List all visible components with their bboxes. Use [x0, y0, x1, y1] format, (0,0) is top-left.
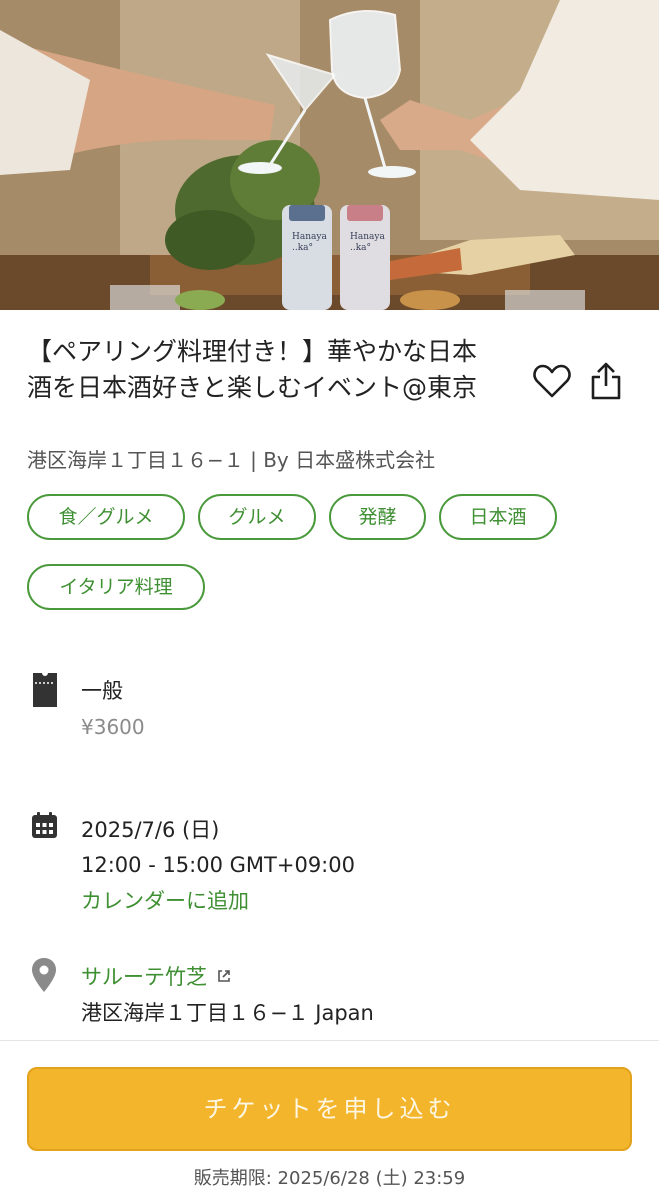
event-title: 【ペアリング料理付き！】華やかな日本酒を日本酒好きと楽しむイベント@東京: [27, 337, 478, 402]
ticket-name: 一般: [81, 679, 123, 703]
hero-illustration: [0, 0, 659, 310]
ticket-price: ¥3600: [81, 715, 145, 739]
favorite-button[interactable]: [531, 360, 573, 402]
tag-item[interactable]: グルメ: [198, 494, 316, 540]
external-link-icon: [217, 970, 230, 982]
bottle-left-label: Hanaya ..ka°: [292, 232, 327, 253]
bottle-right-label: Hanaya ..ka°: [350, 232, 385, 253]
map-pin-icon: [32, 958, 56, 992]
tag-item[interactable]: 発酵: [329, 494, 426, 540]
share-icon: [591, 362, 621, 400]
venue-name: サルーテ竹芝: [81, 965, 207, 989]
venue-link[interactable]: サルーテ竹芝: [81, 962, 231, 992]
calendar-icon: [32, 812, 57, 838]
tag-item[interactable]: イタリア料理: [27, 564, 205, 610]
ticket-icon: [33, 673, 57, 707]
add-to-calendar-link[interactable]: カレンダーに追加: [81, 886, 249, 916]
tag-item[interactable]: 食／グルメ: [27, 494, 185, 540]
sales-deadline: 販売期限: 2025/6/28 (土) 23:59: [193, 1168, 466, 1189]
venue-address: 港区海岸１丁目１６−１ Japan: [81, 1001, 374, 1025]
event-subtitle: 港区海岸１丁目１６−１ | By 日本盛株式会社: [27, 448, 436, 472]
apply-ticket-button[interactable]: チケットを申し込む: [27, 1067, 632, 1151]
hero-image: Hanaya ..ka° Hanaya ..ka°: [0, 0, 659, 310]
event-time: 12:00 - 15:00 GMT+09:00: [81, 853, 355, 877]
tag-item[interactable]: 日本酒: [439, 494, 557, 540]
share-button[interactable]: [588, 360, 624, 402]
heart-icon: [533, 364, 571, 398]
event-date: 2025/7/6 (日): [81, 818, 220, 842]
